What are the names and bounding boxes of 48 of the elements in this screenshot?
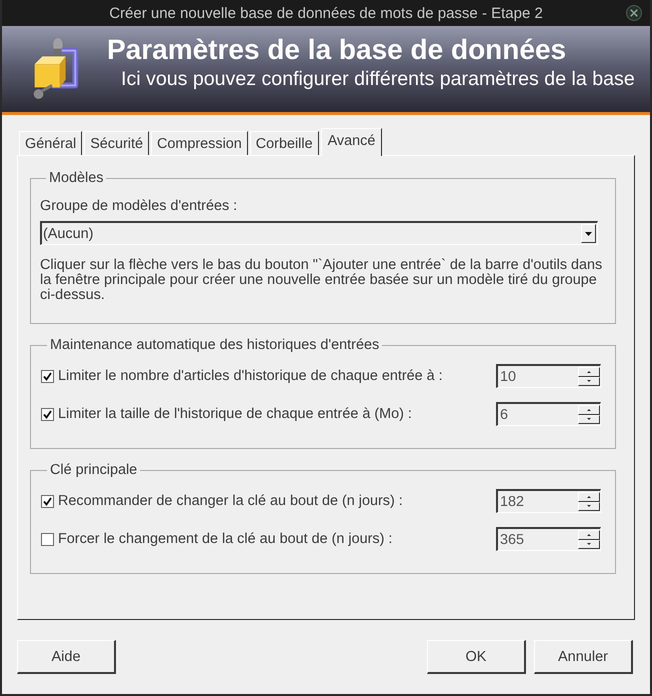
- tab[interactable]: Général: [19, 131, 82, 155]
- step-up-button[interactable]: [578, 405, 600, 414]
- down-arrow-icon: [587, 380, 591, 382]
- tab[interactable]: Compression: [151, 131, 248, 155]
- group-title: Clé principale: [49, 463, 138, 478]
- field-label: Groupe de modèles d'entrées :: [40, 198, 238, 214]
- step-up-button[interactable]: [578, 530, 600, 540]
- down-arrow-icon: [587, 543, 591, 546]
- down-arrow-icon: [587, 418, 591, 420]
- tab[interactable]: Corbeille: [250, 131, 319, 155]
- checkbox[interactable]: [41, 532, 54, 546]
- window-title: Créer une nouvelle base de données de mots de passe - Etape 2: [108, 4, 544, 22]
- number-field[interactable]: 6: [496, 402, 601, 426]
- tab[interactable]: Avancé: [320, 128, 382, 156]
- number-field[interactable]: 182: [496, 489, 601, 513]
- step-up-button[interactable]: [578, 367, 600, 376]
- group-title: Maintenance automatique des historiques d'entrées: [49, 338, 380, 353]
- checkbox-label: Forcer le changement de la clé au bout de (n jours) :: [58, 531, 392, 547]
- number-field[interactable]: 365: [496, 527, 601, 551]
- checkbox[interactable]: [41, 408, 54, 420]
- dialog-button[interactable]: OK: [427, 640, 526, 674]
- dropdown-button[interactable]: [581, 224, 596, 243]
- checkbox[interactable]: [41, 494, 54, 508]
- checkbox-label: Recommander de changer la clé au bout de (n jours) :: [58, 493, 403, 509]
- up-arrow-icon: [587, 370, 591, 373]
- step-down-button[interactable]: [578, 540, 600, 549]
- up-arrow-icon: [587, 408, 591, 411]
- header-subtitle: Ici vous pouvez configurer différents paramètres de la base: [121, 68, 635, 91]
- step-down-button[interactable]: [578, 414, 600, 424]
- help-button[interactable]: Aide: [17, 640, 116, 674]
- tab[interactable]: Sécurité: [84, 131, 149, 155]
- close-icon[interactable]: [626, 5, 642, 21]
- down-arrow-icon: [587, 505, 591, 508]
- step-down-button[interactable]: [578, 376, 600, 386]
- description-text: Cliquer sur la flèche vers le bas du bouton "`Ajouter une entrée` de la barre d'outils dans la fenêtre principale pour créer une nouvelle entrée basée sur un modèle tiré du groupe ci-dessus.: [40, 258, 604, 303]
- up-arrow-icon: [587, 534, 591, 536]
- dropdown-field[interactable]: (Aucun): [40, 221, 598, 245]
- step-down-button[interactable]: [578, 502, 600, 511]
- group-title: Modèles: [48, 171, 104, 186]
- dialog-button[interactable]: Annuler: [534, 640, 633, 674]
- caret-down-icon: [585, 232, 592, 236]
- checkbox-label: Limiter le nombre d'articles d'historique de chaque entrée à :: [58, 368, 443, 384]
- step-up-button[interactable]: [578, 492, 600, 502]
- checkbox[interactable]: [41, 370, 54, 382]
- header-title: Paramètres de la base de données: [107, 34, 566, 66]
- number-field[interactable]: 10: [496, 364, 601, 388]
- up-arrow-icon: [587, 496, 591, 498]
- checkbox-label: Limiter la taille de l'historique de chaque entrée à (Mo) :: [58, 406, 412, 422]
